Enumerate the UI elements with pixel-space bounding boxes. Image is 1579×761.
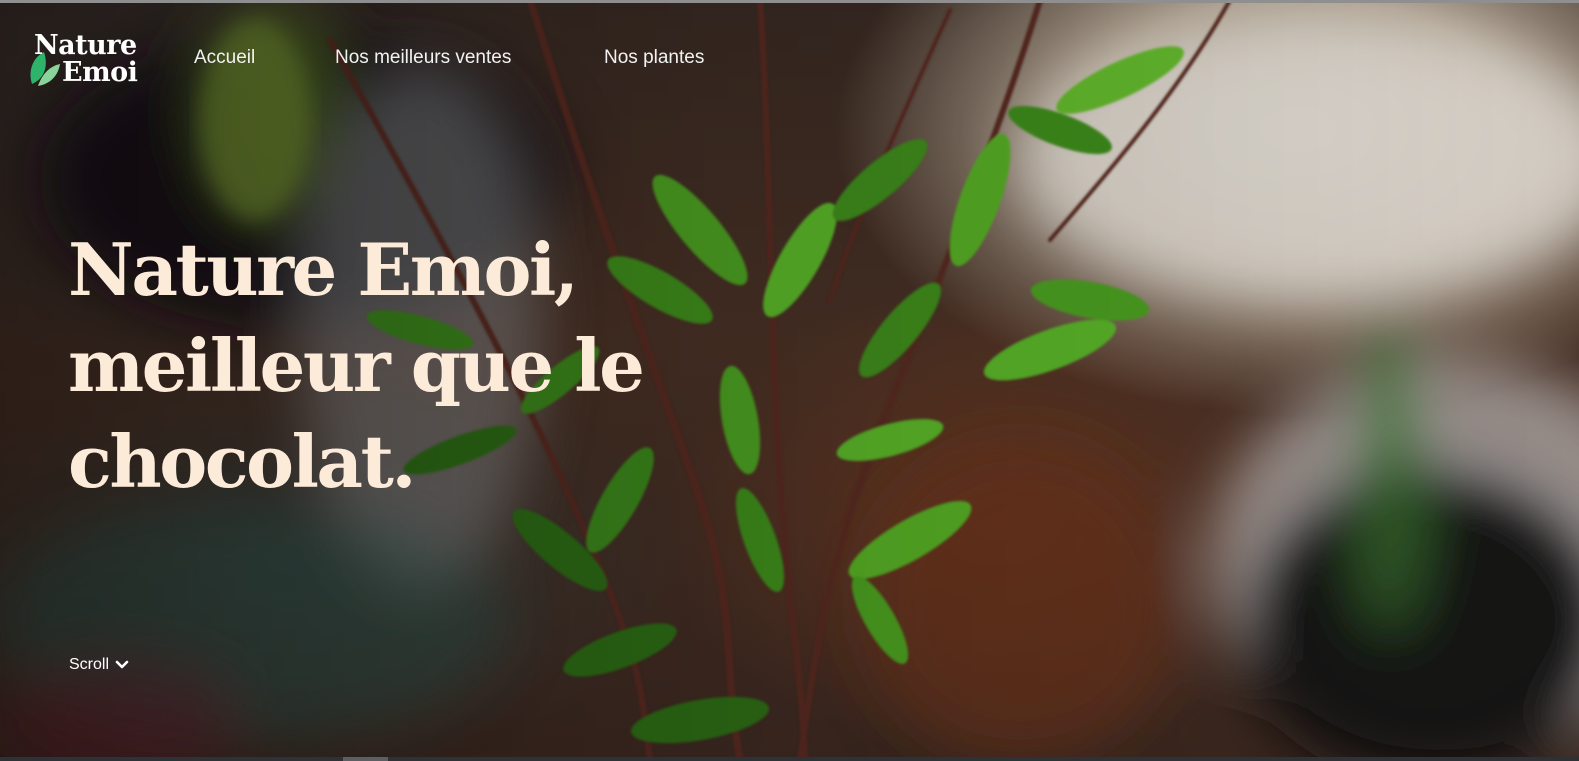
hero-headline: Nature Emoi, meilleur que le chocolat. — [68, 222, 645, 510]
page: Nature Emoi Accueil Nos meilleurs ventes… — [0, 0, 1579, 761]
chevron-down-icon — [115, 660, 129, 669]
headline-line-3: chocolat. — [68, 419, 416, 504]
scroll-label: Scroll — [69, 656, 110, 673]
nav-link-plants[interactable]: Nos plantes — [604, 47, 704, 69]
scroll-button[interactable]: Scroll — [69, 656, 129, 674]
site-header: Nature Emoi Accueil Nos meilleurs ventes… — [0, 0, 1579, 110]
headline-line-1: Nature Emoi, — [68, 227, 579, 312]
logo-text-line-1: Nature — [34, 30, 137, 61]
headline-line-2: meilleur que le — [68, 323, 645, 408]
logo-text-line-2: Emoi — [62, 57, 138, 88]
horizontal-scrollbar[interactable] — [0, 757, 1579, 761]
nav-link-accueil[interactable]: Accueil — [194, 47, 255, 69]
brand-logo[interactable]: Nature Emoi — [28, 30, 153, 90]
nav-link-best-sellers[interactable]: Nos meilleurs ventes — [335, 47, 511, 69]
scrollbar-thumb[interactable] — [343, 757, 388, 761]
